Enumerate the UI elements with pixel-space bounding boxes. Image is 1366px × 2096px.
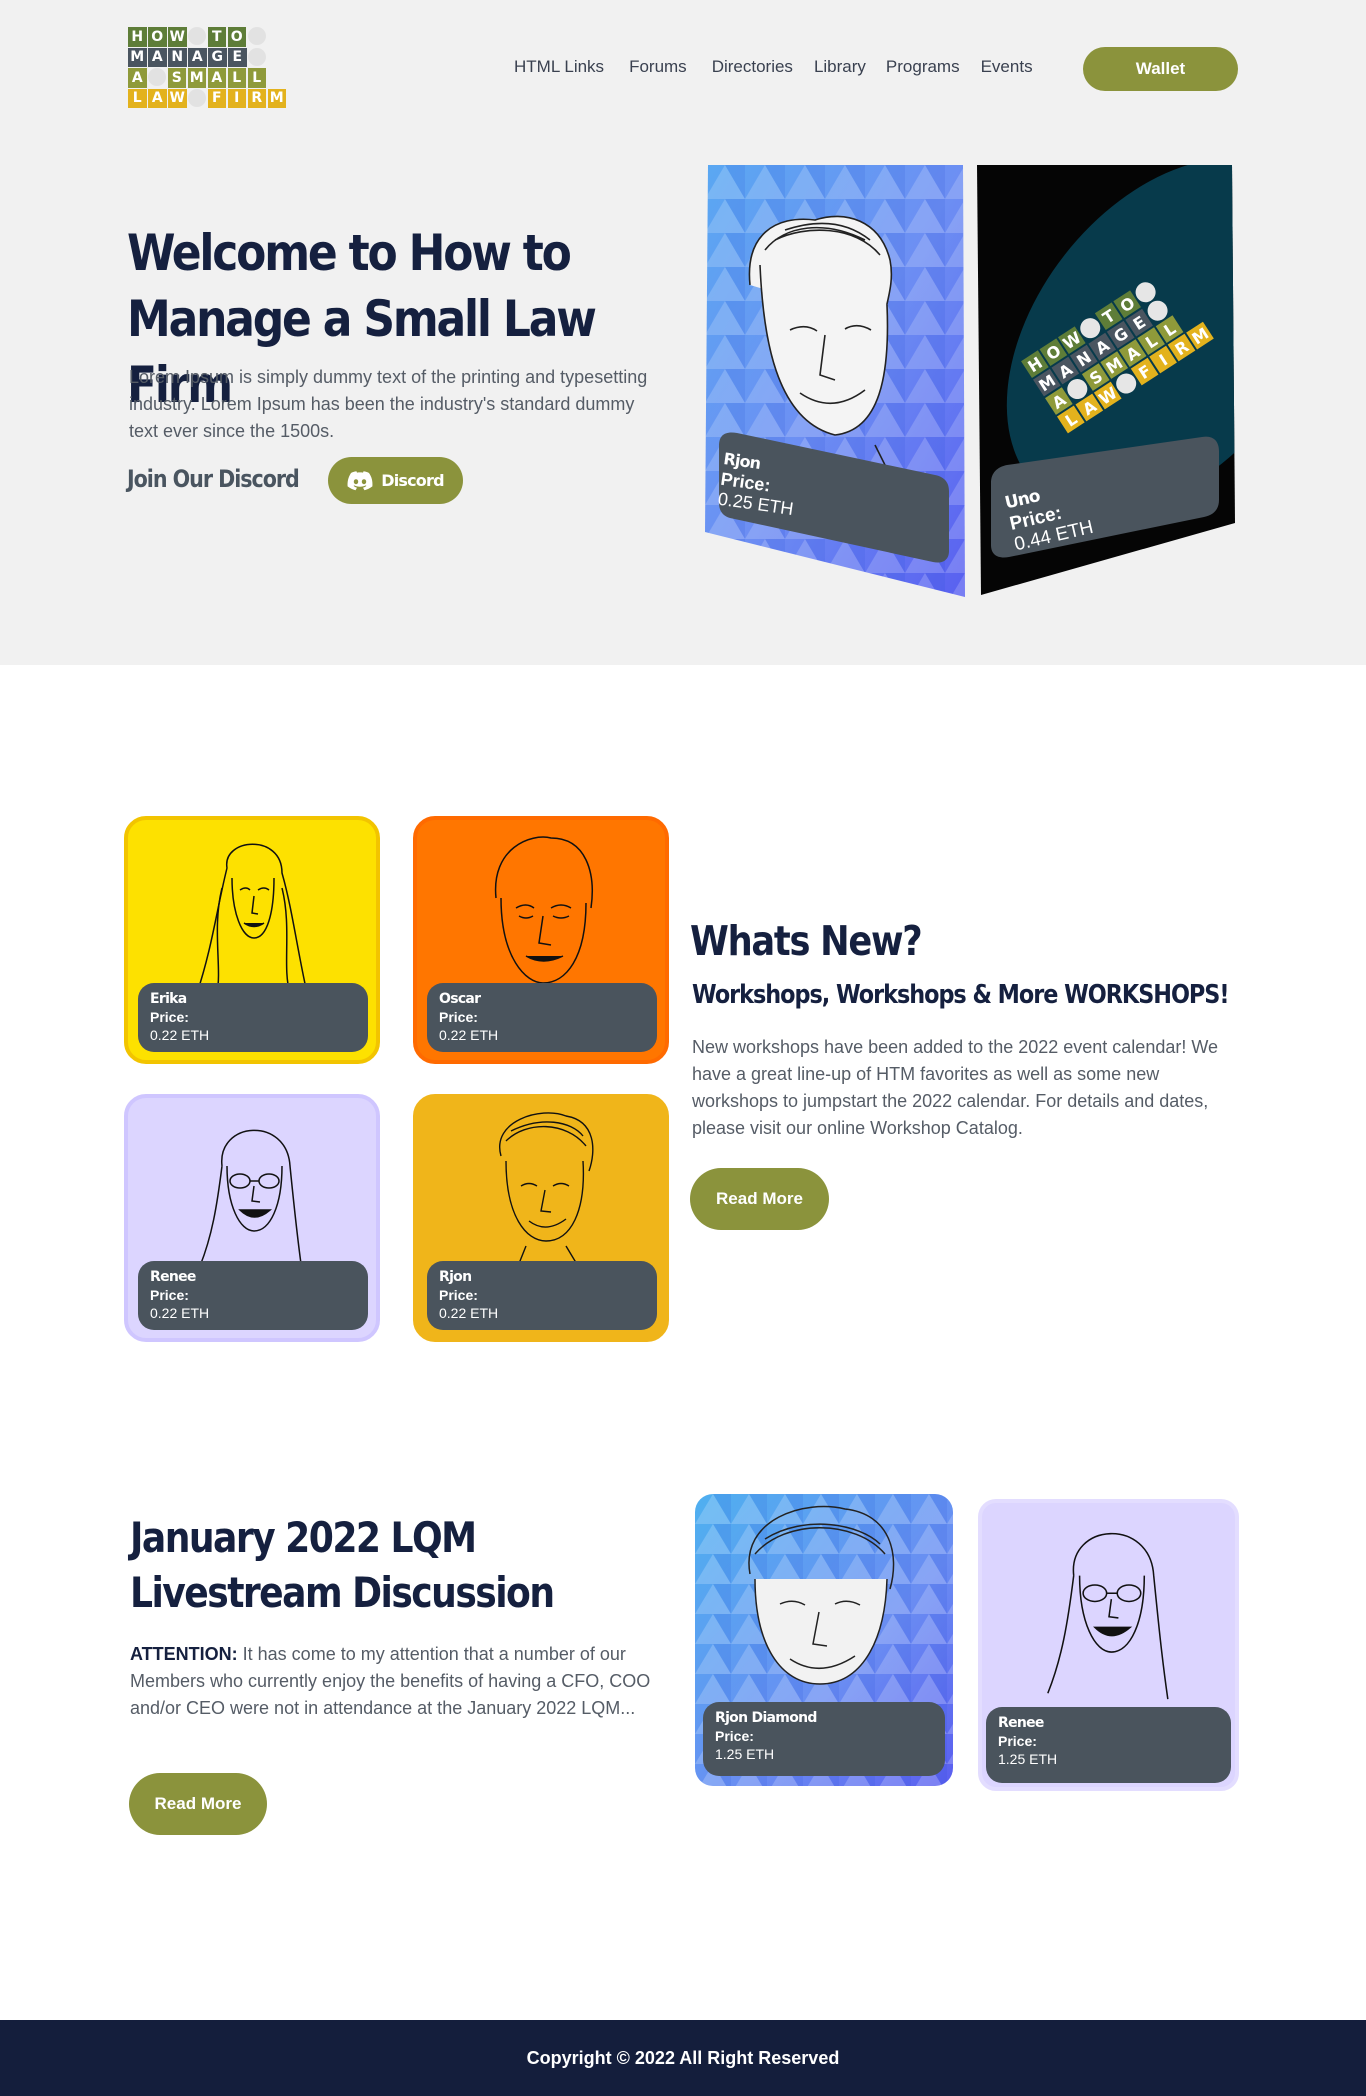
nft-card-rjon[interactable]: Rjon Price: 0.22 ETH xyxy=(413,1094,669,1342)
hero-text: Lorem Ipsum is simply dummy text of the … xyxy=(129,367,648,441)
whats-new-read-more-button[interactable]: Read More xyxy=(690,1168,829,1230)
portrait-sketch xyxy=(196,843,308,994)
portrait-sketch xyxy=(499,1112,594,1272)
site-footer: Copyright © 2022 All Right Reserved xyxy=(0,2020,1366,2096)
nav-forums[interactable]: Forums xyxy=(629,57,687,77)
discord-button[interactable]: Discord xyxy=(328,457,463,504)
nft-price: 1.25 ETH xyxy=(715,1746,775,1762)
whats-new-text: New workshops have been added to the 202… xyxy=(692,1037,1219,1138)
whats-new-subtitle: Workshops, Workshops & More WORKSHOPS! xyxy=(692,980,1230,1010)
nft-price-label: Price: xyxy=(150,1009,189,1025)
nft-card-renee[interactable]: Renee Price: 0.22 ETH xyxy=(124,1094,380,1342)
nft-info-panel: Rjon Price: 0.22 ETH xyxy=(427,1261,657,1330)
nft-name: Erika xyxy=(150,991,187,1007)
nft-price: 0.22 ETH xyxy=(150,1027,210,1043)
nft-card-erika[interactable]: Erika Price: 0.22 ETH xyxy=(124,816,380,1064)
portrait-sketch xyxy=(494,836,593,984)
nft-name: Oscar xyxy=(439,991,481,1007)
whats-new-title: Whats New? xyxy=(690,917,923,965)
nav-library[interactable]: Library xyxy=(814,57,866,77)
nft-card-oscar[interactable]: Oscar Price: 0.22 ETH xyxy=(413,816,669,1064)
nav-programs[interactable]: Programs xyxy=(886,57,960,77)
hero-section: HOWTO MANAGE ASMALL LAWFIRM HTML Links F… xyxy=(0,0,1366,665)
nft-name: Rjon xyxy=(439,1269,472,1285)
nav-events[interactable]: Events xyxy=(981,57,1033,77)
nft-price-label: Price: xyxy=(150,1287,189,1303)
wallet-button[interactable]: Wallet xyxy=(1083,47,1238,91)
nft-price-label: Price: xyxy=(439,1287,478,1303)
nft-name: Renee xyxy=(150,1269,196,1285)
livestream-title-line2: Livestream Discussion xyxy=(130,1568,555,1617)
site-logo[interactable]: HOWTO MANAGE ASMALL LAWFIRM xyxy=(128,27,298,109)
nft-info-panel: Erika Price: 0.22 ETH xyxy=(138,983,368,1052)
hero-nft-card-uno[interactable]: H O W T O M A N A G E A S M A L L L A W … xyxy=(977,165,1235,595)
nft-info-panel: Oscar Price: 0.22 ETH xyxy=(427,983,657,1052)
nft-info-panel: Renee Price: 1.25 ETH xyxy=(986,1707,1231,1783)
nft-name: Rjon Diamond xyxy=(715,1710,817,1726)
copyright-text: Copyright © 2022 All Right Reserved xyxy=(526,2047,840,2068)
nav-html-links[interactable]: HTML Links xyxy=(514,57,604,77)
livestream-title-line1: January 2022 LQM xyxy=(130,1513,477,1562)
hero-nft-card-rjon[interactable]: Rjon Price: 0.25 ETH xyxy=(705,165,965,597)
nft-info-panel: Rjon Diamond Price: 1.25 ETH xyxy=(703,1702,945,1776)
nft-price: 0.22 ETH xyxy=(150,1305,210,1321)
portrait-sketch xyxy=(1046,1532,1169,1700)
nft-name: Renee xyxy=(998,1715,1044,1731)
nft-price-label: Price: xyxy=(439,1009,478,1025)
nft-price: 0.22 ETH xyxy=(439,1305,499,1321)
discord-icon xyxy=(347,470,373,490)
nft-price-label: Price: xyxy=(715,1728,754,1744)
livestream-text: ATTENTION: It has come to my attention t… xyxy=(130,1641,666,1722)
nft-info-panel: Renee Price: 0.22 ETH xyxy=(138,1261,368,1330)
main-nav: HTML Links Forums Directories Library Pr… xyxy=(514,57,1033,77)
nft-card-rjon-diamond[interactable]: Rjon Diamond Price: 1.25 ETH xyxy=(695,1494,953,1786)
nav-directories[interactable]: Directories xyxy=(712,57,793,77)
attention-label: ATTENTION: xyxy=(130,1644,238,1664)
nft-card-renee-livestream[interactable]: Renee Price: 1.25 ETH xyxy=(978,1499,1239,1791)
livestream-read-more-button[interactable]: Read More xyxy=(129,1773,267,1835)
nft-price: 0.22 ETH xyxy=(439,1027,499,1043)
nft-price-label: Price: xyxy=(998,1733,1037,1749)
nft-price: 1.25 ETH xyxy=(998,1751,1058,1767)
join-discord-label: Join Our Discord xyxy=(127,465,300,493)
portrait-sketch xyxy=(199,1129,303,1272)
discord-button-label: Discord xyxy=(381,471,444,490)
